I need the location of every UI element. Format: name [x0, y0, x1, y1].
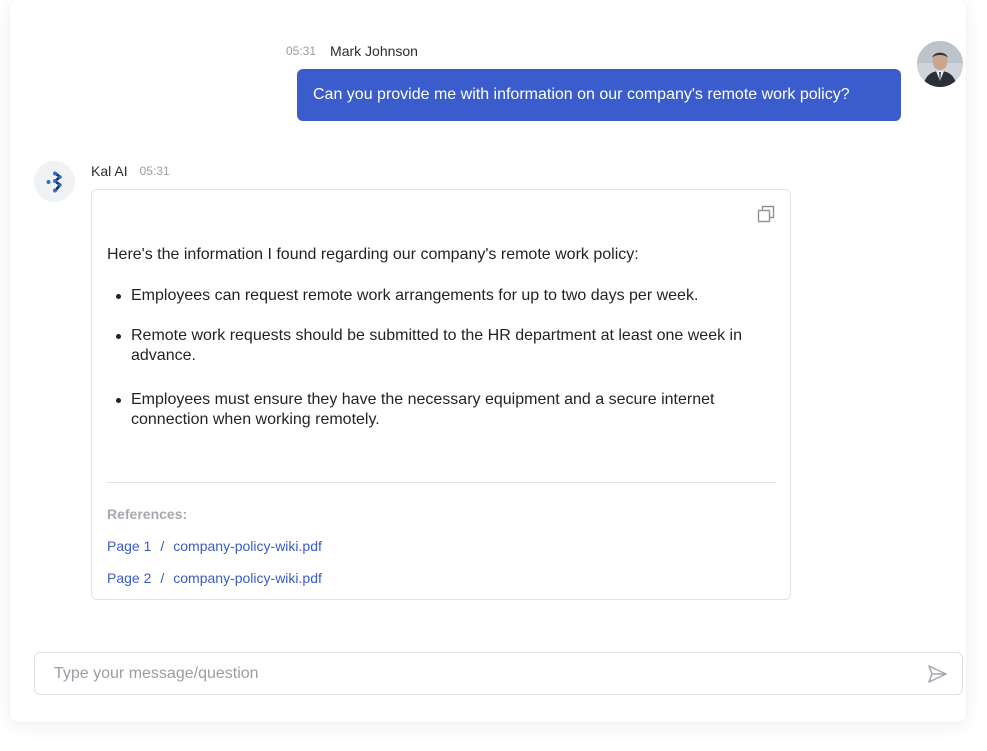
references-title: References:: [107, 506, 188, 522]
references-divider: [107, 482, 776, 483]
user-message-bubble: Can you provide me with information on o…: [297, 69, 901, 121]
reference-link[interactable]: Page 1 / company-policy-wiki.pdf: [107, 538, 322, 554]
ai-answer-list: Employees can request remote work arrang…: [107, 286, 772, 430]
chat-panel: 05:31 Mark Johnson Can you provide me wi…: [10, 0, 966, 722]
user-avatar-icon: [917, 41, 963, 87]
user-message-text: Can you provide me with information on o…: [313, 86, 850, 103]
ai-answer-intro: Here's the information I found regarding…: [107, 246, 639, 263]
list-item: Employees must ensure they have the nece…: [107, 390, 772, 430]
reference-page: Page 2: [107, 570, 152, 586]
copy-button[interactable]: [756, 204, 776, 224]
avatar: [917, 41, 963, 87]
list-item: Remote work requests should be submitted…: [107, 326, 772, 366]
ai-avatar: [34, 161, 75, 202]
kal-ai-logo-icon: [46, 171, 62, 192]
reference-link[interactable]: Page 2 / company-policy-wiki.pdf: [107, 570, 322, 586]
ai-message-time: 05:31: [139, 164, 170, 178]
user-message-time: 05:31: [286, 44, 317, 58]
user-message-sender: Mark Johnson: [330, 43, 418, 59]
list-item: Employees can request remote work arrang…: [107, 286, 772, 306]
send-button[interactable]: [926, 663, 948, 685]
reference-separator: /: [160, 570, 165, 586]
message-input[interactable]: [54, 653, 914, 694]
ai-message-sender: Kal AI: [91, 163, 128, 179]
reference-page: Page 1: [107, 538, 152, 554]
reference-file: company-policy-wiki.pdf: [173, 570, 322, 586]
ai-message-meta: Kal AI 05:31: [91, 163, 170, 179]
reference-file: company-policy-wiki.pdf: [173, 538, 322, 554]
message-composer: [34, 652, 963, 695]
copy-icon: [757, 205, 775, 223]
user-message-meta: 05:31 Mark Johnson: [286, 43, 418, 59]
reference-separator: /: [160, 538, 165, 554]
ai-message-bubble: Here's the information I found regarding…: [91, 189, 791, 600]
send-icon: [928, 665, 947, 683]
